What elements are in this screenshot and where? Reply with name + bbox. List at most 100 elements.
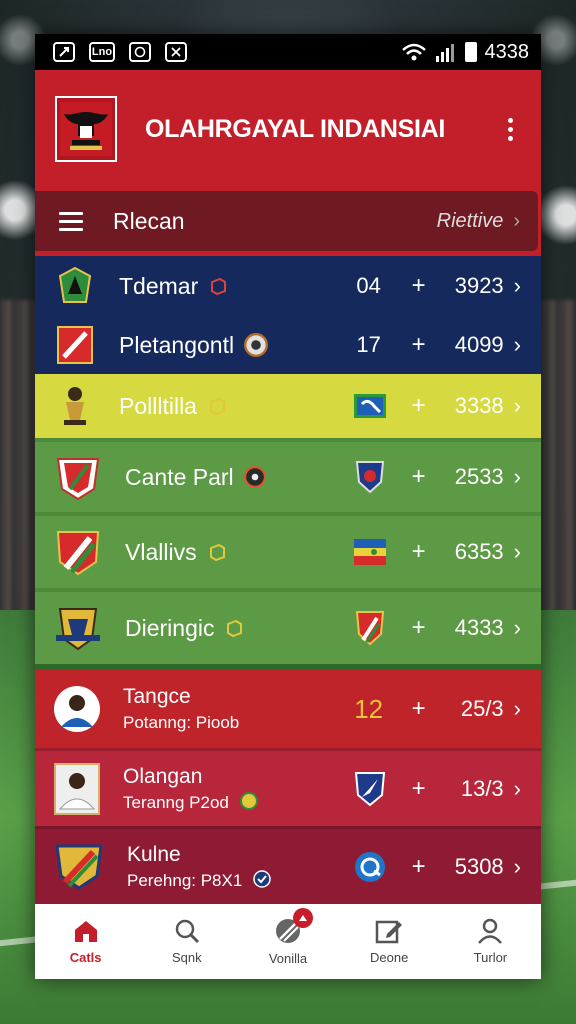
- ball-icon: [239, 791, 258, 810]
- list-item[interactable]: Tangce Potanng: Pioob 12 + 25/3 ›: [35, 664, 541, 748]
- team-flag-icon: [353, 390, 386, 422]
- list-item[interactable]: Cante Parl + 2533 ›: [35, 438, 541, 512]
- add-icon[interactable]: +: [408, 331, 430, 359]
- link-box-text: Lno: [91, 46, 113, 58]
- team-score: 4099: [454, 332, 504, 357]
- cube-icon: [209, 543, 225, 562]
- chevron-right-icon: ›: [513, 464, 521, 489]
- team-name: Pletangontl: [119, 331, 235, 358]
- filter-selector-label: Riettive: [436, 209, 504, 232]
- list-item[interactable]: Dieringic + 4333 ›: [35, 588, 541, 664]
- list-item[interactable]: Pollltilla + 3338 ›: [35, 374, 541, 438]
- search-icon: [175, 919, 199, 944]
- player-number: 12: [354, 693, 384, 724]
- nav-item-vonilla[interactable]: Vonilla: [237, 904, 338, 979]
- cube-icon: [227, 619, 243, 638]
- ball-icon: [244, 333, 269, 357]
- team-name: Pollltilla: [119, 392, 197, 419]
- team-flag-icon: [353, 536, 386, 568]
- link-box-icon: Lno: [89, 42, 115, 62]
- filter-title: Rlecan: [113, 207, 185, 234]
- cube-icon: [211, 277, 227, 296]
- list-item[interactable]: Pletangontl 17 + 4099 ›: [35, 316, 541, 374]
- team-score: 4333: [454, 615, 504, 640]
- app-title: OLAHRGAYAL INDANSIAI: [145, 114, 446, 143]
- chevron-right-icon: ›: [513, 273, 521, 298]
- team-score: 5308: [454, 853, 504, 879]
- wifi-icon: [401, 43, 426, 61]
- chevron-right-icon: ›: [513, 539, 521, 564]
- app-header: OLAHRGAYAL INDANSIAI: [35, 70, 541, 188]
- player-name: Tangce: [123, 685, 191, 708]
- clock: 4338: [484, 40, 530, 63]
- nav-label: Vonilla: [268, 951, 308, 966]
- filter-bar: Rlecan Riettive ›: [35, 188, 541, 256]
- team-name: Kulne: [127, 842, 181, 866]
- add-icon[interactable]: +: [408, 538, 430, 566]
- add-icon[interactable]: +: [408, 853, 430, 881]
- nav-label: Turlor: [473, 950, 508, 965]
- nav-item-deone[interactable]: Deone: [339, 904, 440, 979]
- battery-icon: [464, 42, 477, 62]
- add-icon[interactable]: +: [408, 272, 430, 300]
- team-score: 3338: [454, 393, 504, 418]
- add-icon[interactable]: +: [408, 392, 430, 420]
- verified-check-icon: [253, 869, 272, 888]
- player-avatar: [53, 685, 101, 733]
- nav-item-search[interactable]: Sqnk: [136, 904, 237, 979]
- list-item[interactable]: Vlallivs + 6353 ›: [35, 512, 541, 588]
- team-score: 6353: [454, 539, 504, 564]
- list-item[interactable]: Tdemar 04 + 3923 ›: [35, 256, 541, 316]
- list-item[interactable]: Kulne Perehng: P8X1 + 5308 ›: [35, 826, 541, 904]
- whatsapp-icon: [129, 42, 151, 62]
- chevron-right-icon: ›: [513, 209, 520, 232]
- chevron-right-icon: ›: [513, 332, 521, 357]
- cube-icon: [209, 397, 225, 416]
- team-badge-icon: [53, 264, 97, 308]
- chevron-right-icon: ›: [513, 615, 521, 640]
- team-rank: 17: [356, 332, 381, 357]
- nav-item-catls[interactable]: Catls: [35, 904, 136, 979]
- team-shield-icon: [354, 461, 386, 494]
- team-name: Tdemar: [119, 272, 199, 299]
- nav-label: Sqnk: [171, 950, 202, 965]
- team-shield-icon: [354, 771, 386, 806]
- image-icon: [53, 42, 75, 62]
- menu-icon[interactable]: [59, 211, 83, 231]
- team-badge-icon: [53, 527, 103, 577]
- list-item[interactable]: Olangan Teranng P2od + 13/3 ›: [35, 748, 541, 826]
- chevron-right-icon: ›: [513, 696, 521, 721]
- nav-item-turlor[interactable]: Turlor: [440, 904, 541, 979]
- trophy-badge-icon: [53, 384, 97, 428]
- profile-icon: [478, 918, 503, 944]
- add-icon[interactable]: +: [408, 614, 430, 642]
- player-avatar: [53, 762, 101, 815]
- player-score: 25/3: [460, 696, 504, 721]
- chevron-right-icon: ›: [513, 393, 521, 418]
- team-name: Dieringic: [125, 614, 215, 641]
- team-badge-icon: [53, 842, 105, 892]
- bottom-navigation: Catls Sqnk Vonilla Deone Turlor: [35, 904, 541, 979]
- edit-icon: [375, 920, 403, 944]
- team-score: 3923: [454, 273, 504, 298]
- chevron-right-icon: ›: [513, 775, 521, 801]
- player-name: Olangan: [123, 764, 203, 788]
- ball-icon: [243, 466, 266, 488]
- team-score: 2533: [454, 464, 504, 489]
- team-name: Vlallivs: [125, 538, 197, 565]
- player-score: 13/3: [460, 775, 504, 801]
- garuda-crest-icon: [55, 96, 117, 162]
- team-badge-icon: [53, 452, 103, 502]
- notification-badge-icon: [293, 908, 314, 928]
- phone-screen: Lno 4338 OLAHRGAYAL INDANSIAI Rlecan Rie…: [35, 34, 541, 979]
- add-icon[interactable]: +: [408, 463, 430, 491]
- more-options-icon[interactable]: [508, 117, 513, 141]
- player-position: Potanng: Pioob: [123, 713, 240, 732]
- player-position: Teranng P2od: [123, 792, 229, 812]
- add-icon[interactable]: +: [408, 695, 430, 723]
- team-subtitle: Perehng: P8X1: [127, 870, 243, 890]
- team-badge-icon: [53, 323, 97, 367]
- team-rank: 04: [356, 273, 381, 298]
- add-icon[interactable]: +: [408, 775, 430, 803]
- filter-selector[interactable]: Riettive ›: [437, 210, 520, 233]
